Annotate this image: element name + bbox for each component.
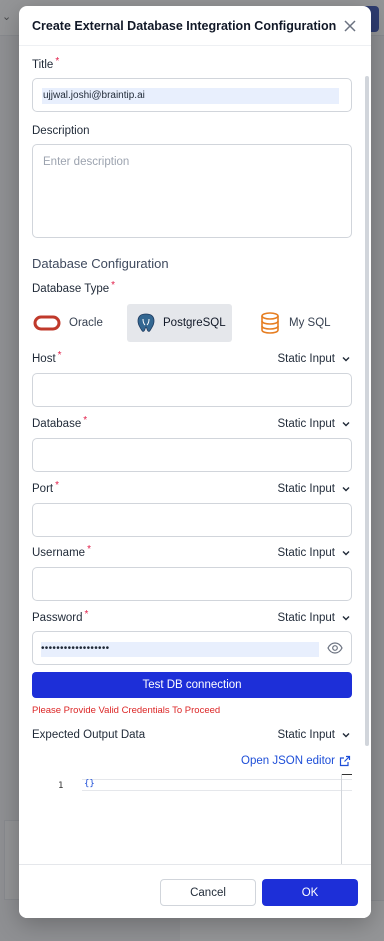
description-label: Description — [32, 125, 90, 137]
external-link-icon — [339, 755, 351, 767]
port-input-mode-select[interactable]: Static Input — [277, 483, 351, 495]
json-editor[interactable]: 1 {} — [32, 774, 352, 864]
output-input-mode-select[interactable]: Static Input — [277, 729, 351, 741]
modal-body[interactable]: Title * ujjwal.joshi@braintip.ai Descript… — [19, 46, 371, 864]
editor-divider — [341, 774, 342, 864]
editor-content: {} — [84, 779, 95, 789]
scrollbar[interactable] — [365, 76, 369, 746]
chevron-down-icon — [342, 551, 350, 556]
cancel-button[interactable]: Cancel — [160, 879, 256, 906]
open-json-editor-link[interactable]: Open JSON editor — [241, 755, 351, 767]
password-input-mode-select[interactable]: Static Input — [277, 612, 351, 624]
description-textarea[interactable]: Enter description — [32, 144, 352, 238]
section-title: Database Configuration — [32, 256, 169, 271]
title-label: Title * — [32, 56, 60, 71]
password-input-mode-value: Static Input — [277, 612, 335, 624]
db-type-postgresql[interactable]: PostgreSQL — [127, 304, 232, 342]
description-placeholder: Enter description — [43, 156, 130, 168]
username-input-mode-value: Static Input — [277, 547, 335, 559]
title-input[interactable]: ujjwal.joshi@braintip.ai — [32, 78, 352, 112]
host-input[interactable] — [32, 373, 352, 407]
username-input-mode-select[interactable]: Static Input — [277, 547, 351, 559]
port-label: Port * — [32, 480, 59, 495]
host-input-mode-select[interactable]: Static Input — [277, 353, 351, 365]
port-input-mode-value: Static Input — [277, 483, 335, 495]
db-type-postgresql-label: PostgreSQL — [163, 317, 226, 329]
host-label: Host * — [32, 350, 62, 365]
database-input[interactable] — [32, 438, 352, 472]
modal-title: Create External Database Integration Con… — [32, 19, 337, 33]
database-icon — [261, 312, 279, 334]
db-type-mysql[interactable]: My SQL — [259, 304, 351, 342]
editor-minimap — [342, 774, 352, 775]
output-input-mode-value: Static Input — [277, 729, 335, 741]
db-type-oracle[interactable]: Oracle — [33, 304, 113, 342]
password-value: •••••••••••••••••• — [41, 642, 319, 657]
db-type-label: Database Type * — [32, 280, 116, 295]
error-message: Please Provide Valid Credentials To Proc… — [32, 705, 221, 716]
line-number: 1 — [58, 781, 64, 791]
ok-button[interactable]: OK — [262, 879, 358, 906]
expected-output-label: Expected Output Data — [32, 729, 146, 741]
password-input[interactable]: •••••••••••••••••• — [32, 631, 352, 665]
db-type-mysql-label: My SQL — [289, 317, 331, 329]
eye-icon[interactable] — [327, 640, 343, 656]
password-label: Password * — [32, 609, 89, 624]
open-json-editor-label: Open JSON editor — [241, 755, 335, 767]
modal-header: Create External Database Integration Con… — [19, 6, 371, 46]
modal-footer: Cancel OK — [19, 864, 371, 918]
postgresql-icon — [137, 313, 155, 332]
chevron-down-icon — [342, 357, 350, 362]
database-input-mode-select[interactable]: Static Input — [277, 418, 351, 430]
port-input[interactable] — [32, 503, 352, 537]
username-label: Username * — [32, 544, 91, 559]
test-db-connection-button[interactable]: Test DB connection — [32, 672, 352, 698]
database-label: Database * — [32, 415, 88, 430]
chevron-down-icon — [342, 422, 350, 427]
chevron-down-icon — [342, 733, 350, 738]
title-value: ujjwal.joshi@braintip.ai — [42, 88, 339, 104]
username-input[interactable] — [32, 567, 352, 601]
db-type-oracle-label: Oracle — [69, 317, 103, 329]
chevron-down-icon — [342, 616, 350, 621]
editor-line[interactable]: {} — [82, 779, 352, 791]
close-icon[interactable] — [341, 17, 359, 35]
chevron-down-icon — [342, 487, 350, 492]
host-input-mode-value: Static Input — [277, 353, 335, 365]
oracle-icon — [33, 315, 61, 331]
integration-config-modal: Create External Database Integration Con… — [19, 6, 371, 918]
database-input-mode-value: Static Input — [277, 418, 335, 430]
